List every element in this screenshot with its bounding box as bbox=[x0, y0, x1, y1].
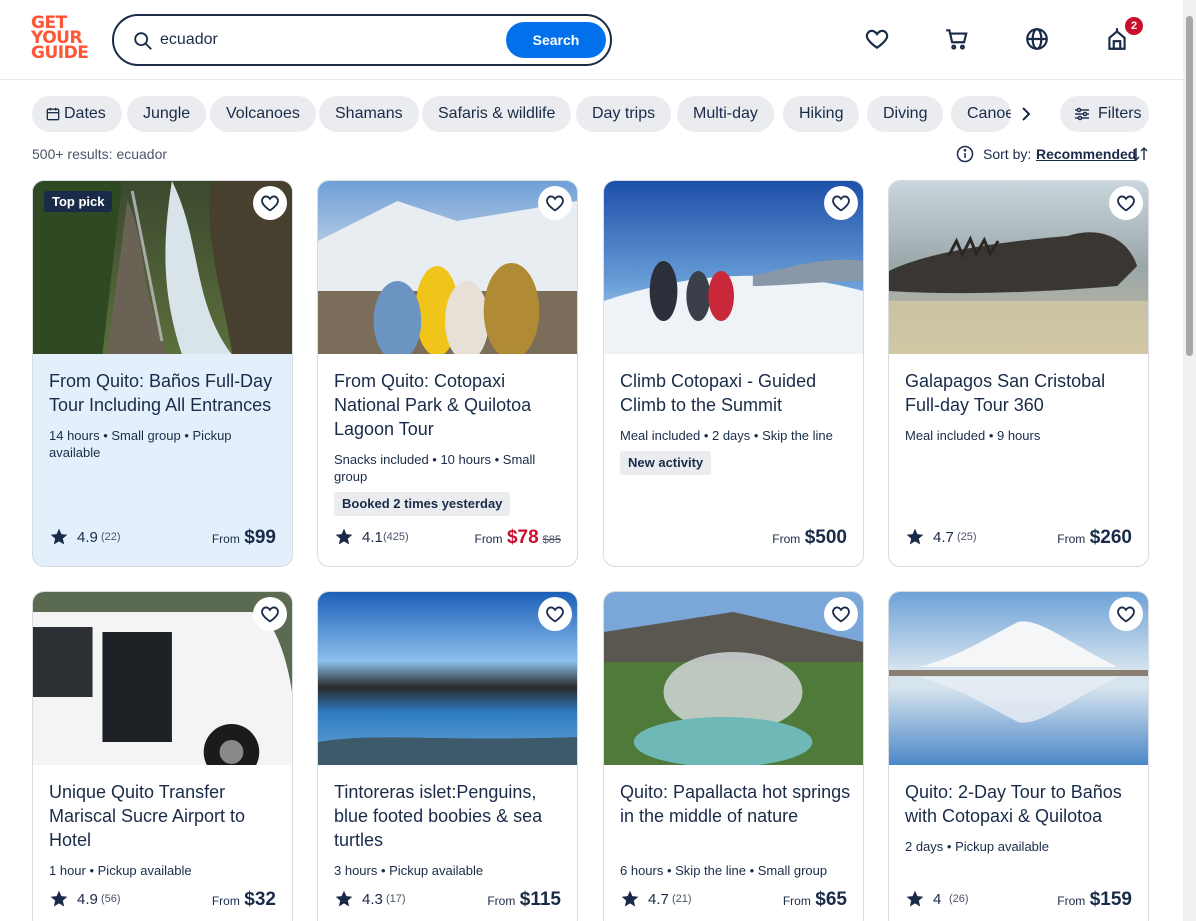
activity-card[interactable]: From Quito: Cotopaxi National Park & Qui… bbox=[317, 180, 578, 567]
search-icon bbox=[134, 32, 152, 50]
wishlist-button[interactable] bbox=[824, 186, 858, 220]
chip-safaris[interactable]: Safaris & wildlife bbox=[422, 96, 572, 132]
card-meta: Meal included • 2 days • Skip the line bbox=[620, 428, 833, 443]
price: From $115 bbox=[487, 889, 561, 910]
sort-icon[interactable] bbox=[1131, 145, 1149, 163]
category-chips: Dates Jungle Volcanoes Shamans Safaris &… bbox=[32, 96, 1150, 132]
chevron-right-icon[interactable] bbox=[1016, 104, 1036, 124]
star-icon bbox=[50, 890, 68, 907]
chip-dates[interactable]: Dates bbox=[32, 96, 122, 132]
sort-label: Sort by: bbox=[983, 146, 1032, 162]
activity-card[interactable]: Unique Quito Transfer Mariscal Sucre Air… bbox=[32, 591, 293, 921]
heart-icon bbox=[832, 195, 850, 212]
price: From $65 bbox=[782, 889, 847, 910]
heart-icon bbox=[546, 606, 564, 623]
heart-icon[interactable] bbox=[864, 26, 890, 52]
card-title[interactable]: Tintoreras islet:Penguins, blue footed b… bbox=[334, 780, 566, 852]
star-icon bbox=[50, 528, 68, 545]
filters-button[interactable]: Filters bbox=[1060, 96, 1149, 132]
scrollbar-thumb[interactable] bbox=[1186, 16, 1193, 356]
sort-control[interactable]: Sort by: Recommended bbox=[956, 144, 1150, 164]
heart-icon bbox=[546, 195, 564, 212]
notification-badge: 2 bbox=[1125, 17, 1143, 35]
new-activity-tag: New activity bbox=[620, 451, 712, 475]
header: GET YOUR GUIDE Search 2 bbox=[0, 0, 1183, 80]
card-title[interactable]: Quito: 2-Day Tour to Baños with Cotopaxi… bbox=[905, 780, 1137, 828]
wishlist-button[interactable] bbox=[253, 186, 287, 220]
chip-day-trips[interactable]: Day trips bbox=[576, 96, 672, 132]
wishlist-button[interactable] bbox=[253, 597, 287, 631]
search-button[interactable]: Search bbox=[506, 22, 606, 58]
card-title[interactable]: Galapagos San Cristobal Full-day Tour 36… bbox=[905, 369, 1137, 417]
star-icon bbox=[906, 528, 924, 545]
activity-card[interactable]: Quito: Papallacta hot springs in the mid… bbox=[603, 591, 864, 921]
activity-card[interactable]: Galapagos San Cristobal Full-day Tour 36… bbox=[888, 180, 1149, 567]
chip-volcanoes[interactable]: Volcanoes bbox=[210, 96, 316, 132]
heart-icon bbox=[1117, 195, 1135, 212]
activity-card[interactable]: Climb Cotopaxi - Guided Climb to the Sum… bbox=[603, 180, 864, 567]
activity-card[interactable]: Quito: 2-Day Tour to Baños with Cotopaxi… bbox=[888, 591, 1149, 921]
price: From $500 bbox=[772, 527, 847, 548]
logo[interactable]: GET YOUR GUIDE bbox=[31, 15, 91, 64]
card-title[interactable]: Climb Cotopaxi - Guided Climb to the Sum… bbox=[620, 369, 852, 417]
chip-shamans[interactable]: Shamans bbox=[319, 96, 419, 132]
chip-diving[interactable]: Diving bbox=[867, 96, 944, 132]
sort-value[interactable]: Recommended bbox=[1036, 146, 1136, 162]
heart-icon bbox=[1117, 606, 1135, 623]
top-pick-badge: Top pick bbox=[44, 191, 113, 212]
card-meta: 2 days • Pickup available bbox=[905, 839, 1050, 854]
price: From $99 bbox=[211, 527, 276, 548]
search-input[interactable] bbox=[160, 26, 500, 54]
star-icon bbox=[335, 528, 353, 545]
chip-hiking[interactable]: Hiking bbox=[783, 96, 860, 132]
globe-icon[interactable] bbox=[1024, 26, 1050, 52]
cart-icon[interactable] bbox=[944, 26, 970, 52]
price: From $260 bbox=[1057, 527, 1132, 548]
sliders-icon bbox=[1075, 107, 1089, 121]
chip-multi-day[interactable]: Multi-day bbox=[677, 96, 774, 132]
card-meta: 3 hours • Pickup available bbox=[334, 863, 484, 878]
price: From $32 bbox=[211, 889, 276, 910]
price: From $78 $85 bbox=[474, 527, 561, 548]
scrollbar[interactable] bbox=[1183, 0, 1196, 921]
star-icon bbox=[335, 890, 353, 907]
activity-card[interactable]: Tintoreras islet:Penguins, blue footed b… bbox=[317, 591, 578, 921]
card-meta: 14 hours • Small group • Pickup availabl… bbox=[49, 428, 232, 460]
heart-icon bbox=[261, 606, 279, 623]
card-title[interactable]: Unique Quito Transfer Mariscal Sucre Air… bbox=[49, 780, 281, 852]
card-meta: 1 hour • Pickup available bbox=[49, 863, 192, 878]
chip-jungle[interactable]: Jungle bbox=[127, 96, 207, 132]
info-icon[interactable] bbox=[956, 145, 974, 163]
star-icon bbox=[906, 890, 924, 907]
search-bar: Search bbox=[112, 14, 612, 66]
card-meta: 6 hours • Skip the line • Small group bbox=[620, 863, 828, 878]
wishlist-button[interactable] bbox=[1109, 186, 1143, 220]
wishlist-button[interactable] bbox=[538, 186, 572, 220]
card-title[interactable]: Quito: Papallacta hot springs in the mid… bbox=[620, 780, 852, 828]
calendar-icon bbox=[46, 107, 60, 121]
card-title[interactable]: From Quito: Baños Full-Day Tour Includin… bbox=[49, 369, 281, 417]
wishlist-button[interactable] bbox=[824, 597, 858, 631]
star-icon bbox=[621, 890, 639, 907]
price: From $159 bbox=[1057, 889, 1132, 910]
chip-canoe[interactable]: Canoe bbox=[951, 96, 1011, 132]
card-title[interactable]: From Quito: Cotopaxi National Park & Qui… bbox=[334, 369, 566, 441]
booking-tag: Booked 2 times yesterday bbox=[334, 492, 511, 516]
card-meta: Meal included • 9 hours bbox=[905, 428, 1041, 443]
wishlist-button[interactable] bbox=[538, 597, 572, 631]
card-meta: Snacks included • 10 hours • Small group bbox=[334, 452, 536, 484]
activity-card[interactable]: Top pick From Quito: Baños Full-Day Tour… bbox=[32, 180, 293, 567]
wishlist-button[interactable] bbox=[1109, 597, 1143, 631]
results-count: 500+ results: ecuador bbox=[32, 146, 168, 162]
heart-icon bbox=[832, 606, 850, 623]
heart-icon bbox=[261, 195, 279, 212]
